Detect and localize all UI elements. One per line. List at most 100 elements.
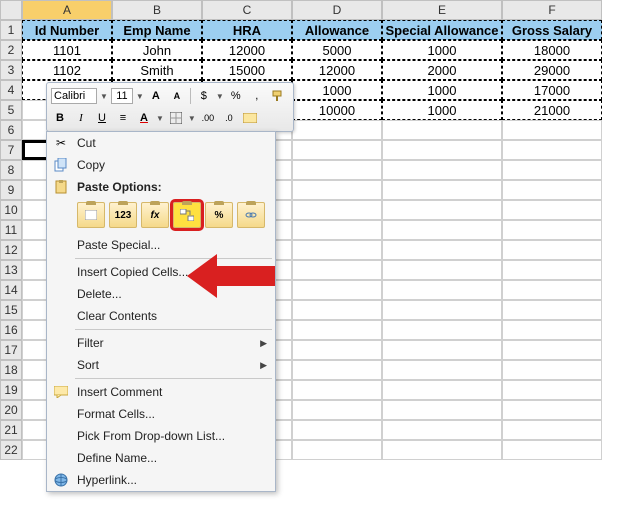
decrease-decimal-icon[interactable]: .0 [220, 109, 238, 127]
row-19[interactable]: 19 [0, 380, 22, 400]
cell[interactable] [502, 140, 602, 160]
cell[interactable]: Emp Name [112, 20, 202, 40]
cell[interactable] [382, 260, 502, 280]
cell[interactable] [382, 200, 502, 220]
row-15[interactable]: 15 [0, 300, 22, 320]
paste-transpose-button[interactable] [173, 202, 201, 228]
paste-all-button[interactable] [77, 202, 105, 228]
cell[interactable]: Gross Salary [502, 20, 602, 40]
currency-button[interactable]: $ [195, 87, 213, 105]
cell[interactable] [292, 300, 382, 320]
increase-decimal-icon[interactable]: .00 [199, 109, 217, 127]
col-A[interactable]: A [22, 0, 112, 20]
clear-contents-item[interactable]: Clear Contents [47, 305, 275, 327]
row-4[interactable]: 4 [0, 80, 22, 100]
cell[interactable]: 12000 [292, 60, 382, 80]
cell[interactable] [382, 320, 502, 340]
cell[interactable] [502, 260, 602, 280]
cell[interactable]: HRA [202, 20, 292, 40]
cell[interactable] [292, 120, 382, 140]
row-9[interactable]: 9 [0, 180, 22, 200]
cell[interactable] [292, 400, 382, 420]
underline-button[interactable]: U [93, 109, 111, 127]
delete-item[interactable]: Delete... [47, 283, 275, 305]
cut-item[interactable]: ✂ Cut [47, 132, 275, 154]
define-name-item[interactable]: Define Name... [47, 447, 275, 469]
cell[interactable] [382, 440, 502, 460]
col-C[interactable]: C [202, 0, 292, 20]
cell[interactable] [502, 360, 602, 380]
row-12[interactable]: 12 [0, 240, 22, 260]
row-18[interactable]: 18 [0, 360, 22, 380]
cell[interactable] [292, 200, 382, 220]
cell[interactable] [292, 440, 382, 460]
cell[interactable] [292, 260, 382, 280]
cell[interactable]: Id Number [22, 20, 112, 40]
cell[interactable] [502, 120, 602, 140]
paste-percent-button[interactable]: % [205, 202, 233, 228]
sort-item[interactable]: Sort ▶ [47, 354, 275, 376]
insert-comment-item[interactable]: Insert Comment [47, 381, 275, 403]
cell[interactable] [382, 340, 502, 360]
cell[interactable] [502, 220, 602, 240]
cell[interactable]: 1000 [382, 80, 502, 100]
cell[interactable]: Special Allowance [382, 20, 502, 40]
cell[interactable] [502, 300, 602, 320]
cell[interactable] [382, 140, 502, 160]
fill-color-icon[interactable]: A [135, 109, 153, 127]
row-10[interactable]: 10 [0, 200, 22, 220]
row-2[interactable]: 2 [0, 40, 22, 60]
cell[interactable] [502, 340, 602, 360]
cell[interactable]: 10000 [292, 100, 382, 120]
cell[interactable]: Allowance [292, 20, 382, 40]
cell[interactable] [292, 180, 382, 200]
cell[interactable] [502, 180, 602, 200]
merge-icon[interactable] [241, 109, 259, 127]
chevron-down-icon[interactable]: ▼ [100, 92, 108, 101]
cell[interactable]: 2000 [382, 60, 502, 80]
chevron-down-icon[interactable]: ▼ [136, 92, 144, 101]
cell[interactable] [382, 360, 502, 380]
row-6[interactable]: 6 [0, 120, 22, 140]
font-size[interactable]: 11 [111, 88, 133, 104]
row-5[interactable]: 5 [0, 100, 22, 120]
col-E[interactable]: E [382, 0, 502, 20]
cell[interactable] [292, 240, 382, 260]
cell[interactable]: John [112, 40, 202, 60]
row-17[interactable]: 17 [0, 340, 22, 360]
cell[interactable]: 1102 [22, 60, 112, 80]
align-center-icon[interactable]: ≡ [114, 109, 132, 127]
row-13[interactable]: 13 [0, 260, 22, 280]
cell[interactable] [382, 420, 502, 440]
row-21[interactable]: 21 [0, 420, 22, 440]
row-1[interactable]: 1 [0, 20, 22, 40]
cell[interactable] [292, 380, 382, 400]
cell[interactable]: 17000 [502, 80, 602, 100]
paste-values-button[interactable]: 123 [109, 202, 137, 228]
cell[interactable] [382, 380, 502, 400]
cell[interactable] [502, 240, 602, 260]
cell[interactable] [502, 420, 602, 440]
hyperlink-item[interactable]: Hyperlink... [47, 469, 275, 491]
cell[interactable] [292, 340, 382, 360]
cell[interactable] [502, 440, 602, 460]
italic-button[interactable]: I [72, 109, 90, 127]
mini-toolbar[interactable]: Calibri▼ 11▼ A A $▼ % , B I U ≡ A▼ ▼ .00… [46, 82, 294, 132]
cell[interactable] [292, 420, 382, 440]
cell[interactable]: 1000 [292, 80, 382, 100]
row-7[interactable]: 7 [0, 140, 22, 160]
col-D[interactable]: D [292, 0, 382, 20]
cell[interactable]: Smith [112, 60, 202, 80]
cell[interactable] [292, 320, 382, 340]
cell[interactable]: 12000 [202, 40, 292, 60]
cell[interactable]: 21000 [502, 100, 602, 120]
filter-item[interactable]: Filter ▶ [47, 332, 275, 354]
cell[interactable]: 1101 [22, 40, 112, 60]
paste-formulas-button[interactable]: fx [141, 202, 169, 228]
cell[interactable] [382, 160, 502, 180]
format-cells-item[interactable]: Format Cells... [47, 403, 275, 425]
cell[interactable] [292, 280, 382, 300]
cell[interactable] [292, 360, 382, 380]
row-16[interactable]: 16 [0, 320, 22, 340]
cell[interactable] [382, 220, 502, 240]
